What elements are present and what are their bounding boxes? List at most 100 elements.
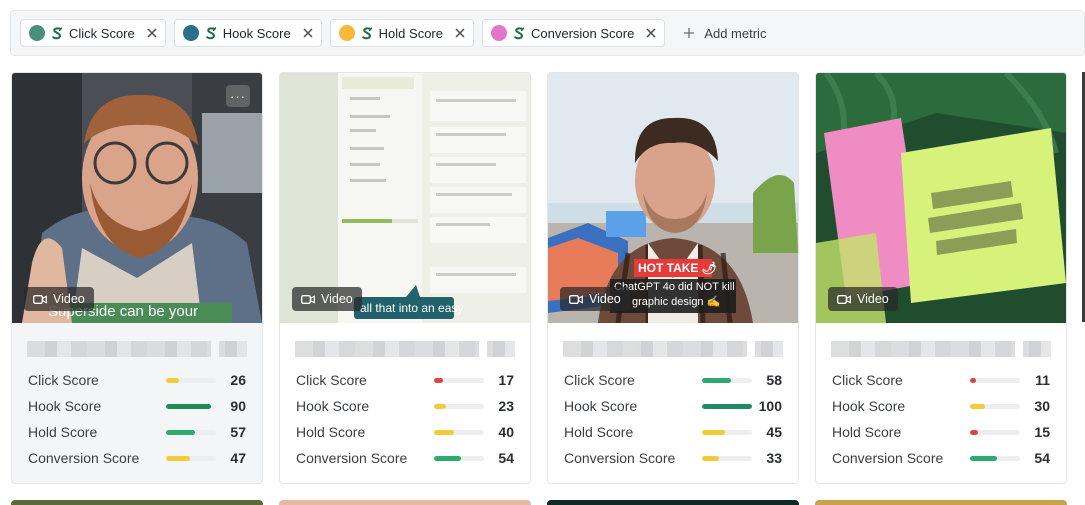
- metric-bar: [166, 377, 216, 383]
- metric-row: Conversion Score 54: [832, 445, 1050, 471]
- remove-chip-icon[interactable]: [453, 26, 467, 40]
- chip-label: Click Score: [69, 25, 135, 41]
- metric-value: 11: [1035, 372, 1050, 388]
- card-title-redacted: [563, 341, 783, 357]
- metric-row: Hook Score 100: [564, 393, 782, 419]
- metric-row: Hook Score 23: [296, 393, 514, 419]
- badge-label: Video: [589, 292, 621, 306]
- next-row-card[interactable]: [11, 500, 263, 505]
- video-thumbnail[interactable]: Video: [816, 73, 1066, 323]
- metric-label: Hook Score: [832, 398, 906, 414]
- creative-card[interactable]: HOT TAKE 🌶 ChatGPT 4o did NOT kill graph…: [547, 72, 799, 484]
- metric-bar-fill: [434, 377, 443, 383]
- metric-source-icon: [205, 26, 216, 39]
- metric-bar: [434, 455, 484, 461]
- metric-bar: [702, 377, 752, 383]
- next-row-card[interactable]: [279, 500, 531, 505]
- metric-row: Conversion Score 54: [296, 445, 514, 471]
- metric-label: Hold Score: [28, 424, 98, 440]
- metric-bar: [166, 429, 216, 435]
- remove-chip-icon[interactable]: [145, 26, 159, 40]
- thumbnail-image: [816, 73, 1066, 323]
- creative-card[interactable]: Video Click Score 11 Hook Score 30 Hold Scor…: [815, 72, 1067, 484]
- metric-bar: [970, 377, 1020, 383]
- metric-value: 54: [1034, 450, 1050, 466]
- remove-chip-icon[interactable]: [644, 26, 658, 40]
- metric-label: Click Score: [564, 372, 635, 388]
- badge-label: Video: [321, 292, 353, 306]
- metric-bar-fill: [166, 377, 179, 383]
- metric-label: Conversion Score: [564, 450, 676, 466]
- video-thumbnail[interactable]: HOT TAKE 🌶 ChatGPT 4o did NOT kill graph…: [548, 73, 798, 323]
- chip-click-score[interactable]: Click Score: [20, 19, 166, 47]
- chip-label: Conversion Score: [530, 25, 635, 41]
- next-row-card[interactable]: [815, 500, 1067, 505]
- remove-chip-icon[interactable]: [301, 26, 315, 40]
- metric-value: 33: [766, 450, 782, 466]
- metric-row: Hook Score 90: [28, 393, 246, 419]
- chip-label: Hook Score: [222, 25, 291, 41]
- metric-bar-fill: [970, 455, 997, 461]
- video-thumbnail[interactable]: Superside can be your ··· Video: [12, 73, 262, 323]
- creative-card[interactable]: all that into an easy Video Click Score 1…: [279, 72, 531, 484]
- metric-value: 30: [1034, 398, 1050, 414]
- metric-filter-bar: Click Score Hook Score Hold Score Conver…: [10, 10, 1085, 56]
- metric-value: 100: [758, 398, 782, 414]
- metric-bar: [166, 455, 216, 461]
- video-thumbnail[interactable]: all that into an easy Video: [280, 73, 530, 323]
- metric-bar: [434, 377, 484, 383]
- metric-row: Conversion Score 47: [28, 445, 246, 471]
- metric-label: Hook Score: [28, 398, 102, 414]
- next-row-card[interactable]: [547, 500, 799, 505]
- add-metric-button[interactable]: Add metric: [683, 26, 766, 41]
- card-title-redacted: [831, 341, 1051, 357]
- metric-bar-fill: [970, 403, 985, 409]
- media-type-badge: Video: [560, 287, 630, 311]
- chip-hook-score[interactable]: Hook Score: [173, 19, 322, 47]
- metric-label: Hook Score: [296, 398, 370, 414]
- metric-bar: [702, 455, 752, 461]
- metric-value: 17: [498, 372, 514, 388]
- creative-card[interactable]: Superside can be your ··· Video Click Sc…: [11, 72, 263, 484]
- metric-row: Click Score 26: [28, 367, 246, 393]
- metric-list: Click Score 26 Hook Score 90 Hold Score 57 Con…: [28, 367, 246, 471]
- metric-list: Click Score 17 Hook Score 23 Hold Score 40 Con…: [296, 367, 514, 471]
- chip-label: Hold Score: [378, 25, 443, 41]
- metric-row: Hold Score 40: [296, 419, 514, 445]
- metric-bar-fill: [970, 429, 978, 435]
- metric-bar: [702, 429, 752, 435]
- color-dot: [29, 25, 45, 41]
- metric-bar-fill: [434, 429, 454, 435]
- metric-row: Hook Score 30: [832, 393, 1050, 419]
- metric-value: 58: [766, 372, 782, 388]
- media-type-badge: Video: [24, 287, 94, 311]
- metric-bar: [970, 455, 1020, 461]
- video-camera-icon: [33, 294, 47, 304]
- metric-bar-fill: [702, 429, 725, 435]
- metric-label: Click Score: [296, 372, 367, 388]
- badge-label: Video: [857, 292, 889, 306]
- metric-bar: [434, 429, 484, 435]
- metric-row: Click Score 17: [296, 367, 514, 393]
- metric-value: 23: [498, 398, 514, 414]
- metric-bar-fill: [166, 429, 195, 435]
- metric-bar-fill: [166, 403, 211, 409]
- chip-conversion-score[interactable]: Conversion Score: [481, 19, 666, 47]
- metric-label: Click Score: [28, 372, 99, 388]
- metric-bar-fill: [702, 455, 719, 461]
- metric-bar-fill: [434, 403, 446, 409]
- color-dot: [490, 25, 507, 41]
- more-options-button[interactable]: ···: [226, 85, 250, 107]
- metric-bar-fill: [970, 377, 976, 383]
- metric-bar: [970, 403, 1020, 409]
- metric-bar-fill: [702, 403, 752, 409]
- add-metric-label: Add metric: [704, 25, 767, 41]
- metric-bar-fill: [702, 377, 731, 383]
- chip-hold-score[interactable]: Hold Score: [329, 19, 474, 47]
- color-dot: [338, 25, 355, 41]
- ellipsis-icon: ···: [230, 88, 246, 104]
- metric-label: Hold Score: [296, 424, 366, 440]
- metric-row: Hold Score 57: [28, 419, 246, 445]
- metric-value: 47: [230, 450, 246, 466]
- card-title-redacted: [295, 341, 515, 357]
